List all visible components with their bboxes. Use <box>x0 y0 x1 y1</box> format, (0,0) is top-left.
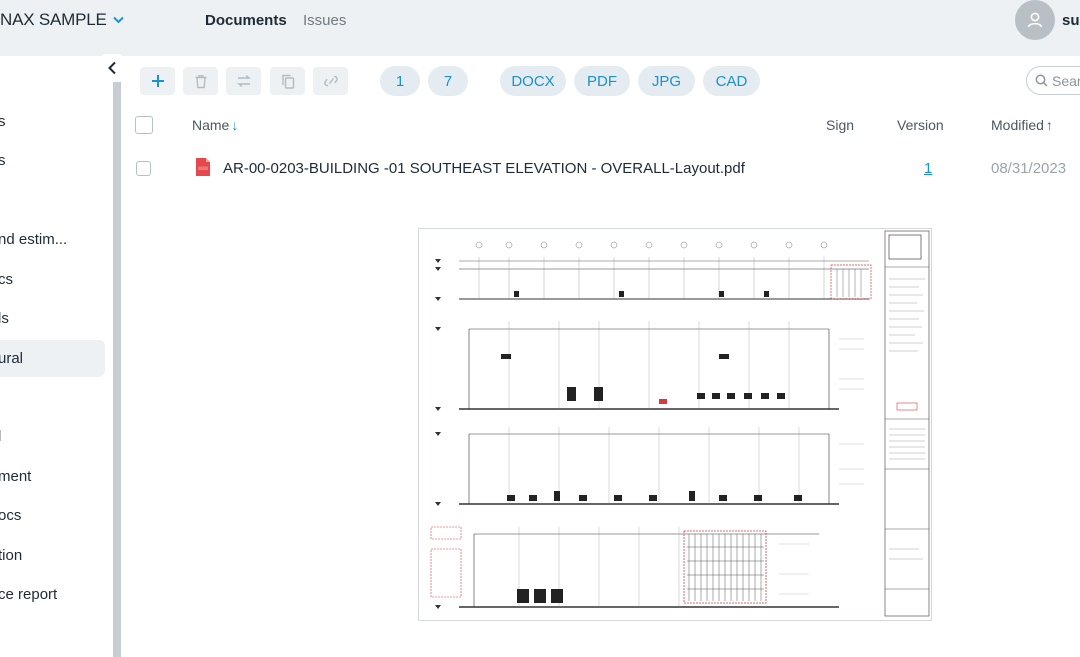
sidebar-item-label: ce report <box>0 586 58 603</box>
sidebar-item-9[interactable]: ocs <box>0 497 105 534</box>
file-name-link[interactable]: AR-00-0203-BUILDING -01 SOUTHEAST ELEVAT… <box>223 160 745 177</box>
swap-icon <box>236 74 251 88</box>
sidebar-item-label: s <box>0 152 6 169</box>
filter-pill-docx[interactable]: DOCX <box>500 66 566 96</box>
select-all-checkbox[interactable] <box>135 116 153 134</box>
filter-pill-cad[interactable]: CAD <box>703 66 760 96</box>
column-header-name[interactable]: Name ↓ <box>192 117 238 133</box>
filter-pill-1[interactable]: 1 <box>380 66 420 96</box>
collapse-sidebar-button[interactable] <box>101 54 123 82</box>
row-checkbox[interactable] <box>136 161 151 176</box>
sidebar-item-5[interactable]: ls <box>0 300 105 337</box>
top-bar: NAX SAMPLE Documents Issues su <box>0 0 1080 56</box>
plus-icon <box>151 75 164 87</box>
search-icon <box>1035 74 1048 87</box>
project-selector[interactable]: NAX SAMPLE <box>0 10 124 30</box>
filter-pill-pdf[interactable]: PDF <box>574 66 630 96</box>
sidebar-item-3[interactable]: nd estim... <box>0 221 105 258</box>
document-preview[interactable] <box>418 228 932 621</box>
sidebar: s s nd estim... cs ls ural l ment ocs ti… <box>0 56 113 657</box>
add-button[interactable] <box>140 67 175 95</box>
sidebar-item-label: ls <box>0 310 9 327</box>
column-header-version[interactable]: Version <box>897 117 944 133</box>
sidebar-item-4[interactable]: cs <box>0 261 105 298</box>
user-name[interactable]: su <box>1062 12 1080 29</box>
filter-pill-7[interactable]: 7 <box>428 66 468 96</box>
column-header-sign[interactable]: Sign <box>826 117 854 133</box>
avatar[interactable] <box>1015 0 1055 40</box>
move-button[interactable] <box>226 67 261 95</box>
sidebar-item-label: nd estim... <box>0 231 68 248</box>
search-input[interactable] <box>1052 72 1080 89</box>
pdf-file-icon <box>196 158 210 176</box>
copy-button[interactable] <box>270 67 305 95</box>
sidebar-item-label: ocs <box>0 507 22 524</box>
elevation-drawing-image <box>419 229 931 620</box>
sidebar-item-8[interactable]: ment <box>0 458 105 495</box>
sidebar-item-1[interactable]: s <box>0 103 105 140</box>
tab-documents[interactable]: Documents <box>205 12 287 29</box>
delete-button[interactable] <box>183 67 218 95</box>
sidebar-item-10[interactable]: tion <box>0 537 105 574</box>
sidebar-item-7[interactable]: l <box>0 418 105 455</box>
sidebar-item-11[interactable]: ce report <box>0 576 105 613</box>
link-icon <box>323 75 338 87</box>
sidebar-item-label: cs <box>0 271 13 288</box>
column-header-label: Modified <box>991 117 1044 133</box>
copy-icon <box>281 74 294 89</box>
column-header-modified[interactable]: Modified ↑ <box>991 117 1053 133</box>
sidebar-item-label: ural <box>0 350 24 367</box>
sort-up-arrow-icon: ↑ <box>1045 117 1053 133</box>
file-version-link[interactable]: 1 <box>924 160 932 177</box>
search-box[interactable] <box>1026 66 1080 95</box>
project-name: NAX SAMPLE <box>0 10 107 29</box>
chevron-down-icon <box>112 13 124 27</box>
link-button[interactable] <box>313 67 348 95</box>
trash-icon <box>195 74 206 88</box>
sidebar-item-label: ment <box>0 468 32 485</box>
file-modified-date: 08/31/2023 <box>991 160 1067 177</box>
filter-pill-jpg[interactable]: JPG <box>638 66 695 96</box>
chevron-left-icon <box>108 61 116 75</box>
user-icon <box>1027 12 1043 28</box>
sidebar-resize-handle[interactable] <box>113 56 121 657</box>
sidebar-item-label: tion <box>0 547 23 564</box>
tab-issues[interactable]: Issues <box>303 12 346 29</box>
sidebar-item-6-active[interactable]: ural <box>0 340 105 377</box>
sidebar-item-label: s <box>0 113 6 130</box>
sort-down-arrow-icon: ↓ <box>231 117 239 133</box>
sidebar-item-2[interactable]: s <box>0 142 105 179</box>
sidebar-item-label: l <box>0 428 1 445</box>
column-header-label: Name <box>192 117 230 133</box>
